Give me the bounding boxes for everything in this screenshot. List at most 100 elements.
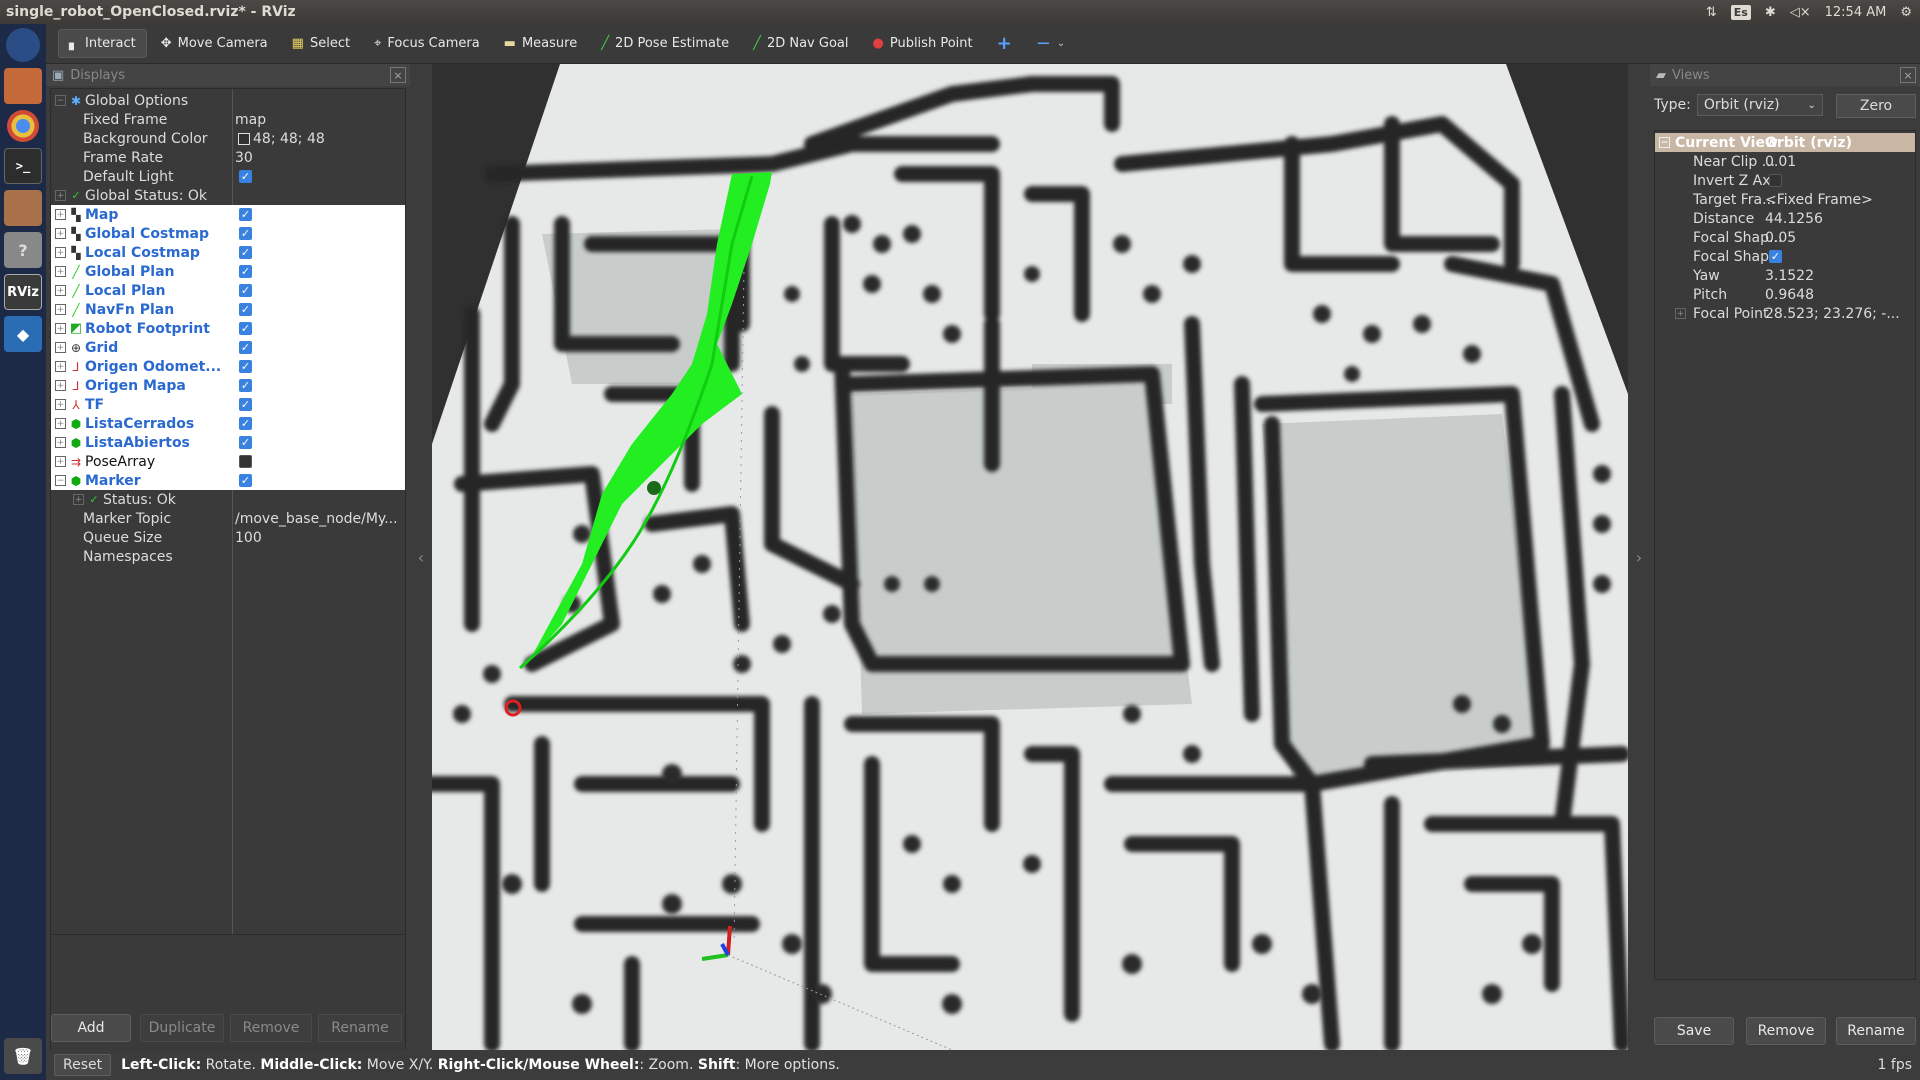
expand-icon[interactable]: + [55, 418, 66, 429]
terminal-icon[interactable]: >_ [4, 148, 42, 184]
current-view-row[interactable]: − Current View Orbit (rviz) [1655, 133, 1915, 152]
tree-row-fixed-frame[interactable]: Fixed Frame map [51, 110, 405, 129]
color-swatch[interactable] [238, 132, 250, 145]
expand-icon[interactable]: + [55, 361, 66, 372]
collapse-icon[interactable]: − [55, 95, 66, 106]
view-prop-near-clip[interactable]: Near Clip ... 0.01 [1655, 152, 1915, 171]
settings-gear-icon[interactable]: ⚙ [1900, 5, 1912, 20]
expand-icon[interactable]: + [55, 190, 66, 201]
view-prop-invert-z[interactable]: Invert Z Axis [1655, 171, 1915, 190]
2d-nav-goal-tool-button[interactable]: ╱ 2D Nav Goal [743, 30, 858, 57]
expand-icon[interactable]: + [55, 228, 66, 239]
origen-mapa-checkbox[interactable]: ✓ [239, 379, 252, 392]
expand-icon[interactable]: + [55, 266, 66, 277]
queue-size-value[interactable]: 100 [235, 530, 262, 546]
tree-row-marker-topic[interactable]: Marker Topic /move_base_node/My... [51, 509, 405, 528]
fixed-frame-value[interactable]: map [235, 112, 266, 128]
clock[interactable]: 12:54 AM [1825, 5, 1887, 20]
display-item-local-plan[interactable]: + ╱ Local Plan ✓ [51, 281, 405, 300]
bluetooth-icon[interactable]: ✱ [1765, 5, 1776, 20]
expand-icon[interactable]: + [55, 285, 66, 296]
navfn-plan-checkbox[interactable]: ✓ [239, 303, 252, 316]
trash-icon[interactable]: 🗑 [4, 1038, 42, 1074]
render-3d-viewport[interactable] [432, 64, 1628, 1050]
marker-checkbox[interactable]: ✓ [239, 474, 252, 487]
expand-icon[interactable]: + [55, 342, 66, 353]
interact-tool-button[interactable]: ▖ Interact [58, 29, 147, 58]
collapse-left-panel-handle[interactable]: ‹ [410, 64, 432, 1050]
occupancy-map-render[interactable] [432, 64, 1628, 1050]
expand-icon[interactable]: + [55, 456, 66, 467]
chrome-icon[interactable] [7, 110, 39, 142]
focal-shape-checkbox[interactable]: ✓ [1769, 250, 1782, 263]
expand-icon[interactable]: + [1675, 308, 1686, 319]
expand-icon[interactable]: + [73, 494, 84, 505]
display-item-lista-cerrados[interactable]: + ⬢ ListaCerrados ✓ [51, 414, 405, 433]
display-item-grid[interactable]: + ⊕ Grid ✓ [51, 338, 405, 357]
publish-point-tool-button[interactable]: ● Publish Point [863, 30, 983, 57]
global-costmap-checkbox[interactable]: ✓ [239, 227, 252, 240]
view-type-select[interactable]: Orbit (rviz) ⌄ [1696, 94, 1823, 116]
expand-icon[interactable]: + [55, 304, 66, 315]
view-prop-focal-shape-size[interactable]: Focal Shap... 0.05 [1655, 228, 1915, 247]
tree-row-queue-size[interactable]: Queue Size 100 [51, 528, 405, 547]
tree-row-frame-rate[interactable]: Frame Rate 30 [51, 148, 405, 167]
grid-checkbox[interactable]: ✓ [239, 341, 252, 354]
view-prop-target-frame[interactable]: Target Fra... <Fixed Frame> [1655, 190, 1915, 209]
map-checkbox[interactable]: ✓ [239, 208, 252, 221]
display-item-global-costmap[interactable]: + ▚ Global Costmap ✓ [51, 224, 405, 243]
expand-icon[interactable]: + [55, 399, 66, 410]
lista-cerrados-checkbox[interactable]: ✓ [239, 417, 252, 430]
display-item-lista-abiertos[interactable]: + ⬢ ListaAbiertos ✓ [51, 433, 405, 452]
tree-row-global-options[interactable]: − ✱ Global Options [51, 91, 405, 110]
expand-icon[interactable]: + [55, 323, 66, 334]
focus-camera-tool-button[interactable]: ⌖ Focus Camera [364, 30, 490, 57]
add-display-button[interactable]: Add [51, 1014, 131, 1042]
collapse-icon[interactable]: − [1659, 137, 1670, 148]
view-prop-distance[interactable]: Distance 44.1256 [1655, 209, 1915, 228]
local-plan-checkbox[interactable]: ✓ [239, 284, 252, 297]
marker-topic-value[interactable]: /move_base_node/My... [235, 511, 398, 527]
display-item-tf[interactable]: + ⅄ TF ✓ [51, 395, 405, 414]
collapse-right-panel-handle[interactable]: › [1628, 64, 1650, 1050]
select-tool-button[interactable]: ▦ Select [282, 30, 360, 57]
reset-button[interactable]: Reset [54, 1054, 112, 1076]
close-icon[interactable]: × [1900, 67, 1916, 83]
rviz-icon[interactable]: RViz [4, 274, 42, 310]
display-item-marker[interactable]: − ⬢ Marker ✓ [51, 471, 405, 490]
move-camera-tool-button[interactable]: ✥ Move Camera [151, 30, 278, 57]
remove-tool-button[interactable]: − ⌄ [1026, 27, 1075, 60]
duplicate-display-button[interactable]: Duplicate [140, 1014, 224, 1042]
collapse-icon[interactable]: − [55, 475, 66, 486]
display-item-local-costmap[interactable]: + ▚ Local Costmap ✓ [51, 243, 405, 262]
display-item-origen-mapa[interactable]: + ⅃ Origen Mapa ✓ [51, 376, 405, 395]
remove-display-button[interactable]: Remove [230, 1014, 312, 1042]
local-costmap-checkbox[interactable]: ✓ [239, 246, 252, 259]
view-prop-pitch[interactable]: Pitch 0.9648 [1655, 285, 1915, 304]
add-tool-button[interactable]: + [987, 27, 1022, 60]
files-icon[interactable] [4, 68, 42, 104]
2d-pose-estimate-tool-button[interactable]: ╱ 2D Pose Estimate [591, 30, 739, 57]
view-prop-focal-point[interactable]: + Focal Point 28.523; 23.276; -... [1655, 304, 1915, 323]
save-view-button[interactable]: Save [1654, 1017, 1734, 1045]
tree-row-background-color[interactable]: Background Color 48; 48; 48 [51, 129, 405, 148]
rename-display-button[interactable]: Rename [318, 1014, 402, 1042]
tree-row-default-light[interactable]: Default Light ✓ [51, 167, 405, 186]
vscode-icon[interactable]: ◆ [4, 316, 42, 352]
global-plan-checkbox[interactable]: ✓ [239, 265, 252, 278]
display-item-map[interactable]: + ▚ Map ✓ [51, 205, 405, 224]
expand-icon[interactable]: + [55, 209, 66, 220]
view-prop-yaw[interactable]: Yaw 3.1522 [1655, 266, 1915, 285]
lista-abiertos-checkbox[interactable]: ✓ [239, 436, 252, 449]
tree-row-namespaces[interactable]: Namespaces [51, 547, 405, 566]
display-item-pose-array[interactable]: + ⇉ PoseArray [51, 452, 405, 471]
default-light-checkbox[interactable]: ✓ [239, 170, 252, 183]
files-icon[interactable] [4, 190, 42, 226]
invert-z-checkbox[interactable] [1769, 174, 1782, 187]
measure-tool-button[interactable]: ▬ Measure [494, 30, 588, 57]
tf-checkbox[interactable]: ✓ [239, 398, 252, 411]
network-icon[interactable]: ⇅ [1706, 5, 1717, 20]
expand-icon[interactable]: + [55, 247, 66, 258]
expand-icon[interactable]: + [55, 380, 66, 391]
pose-array-checkbox[interactable] [239, 455, 252, 468]
